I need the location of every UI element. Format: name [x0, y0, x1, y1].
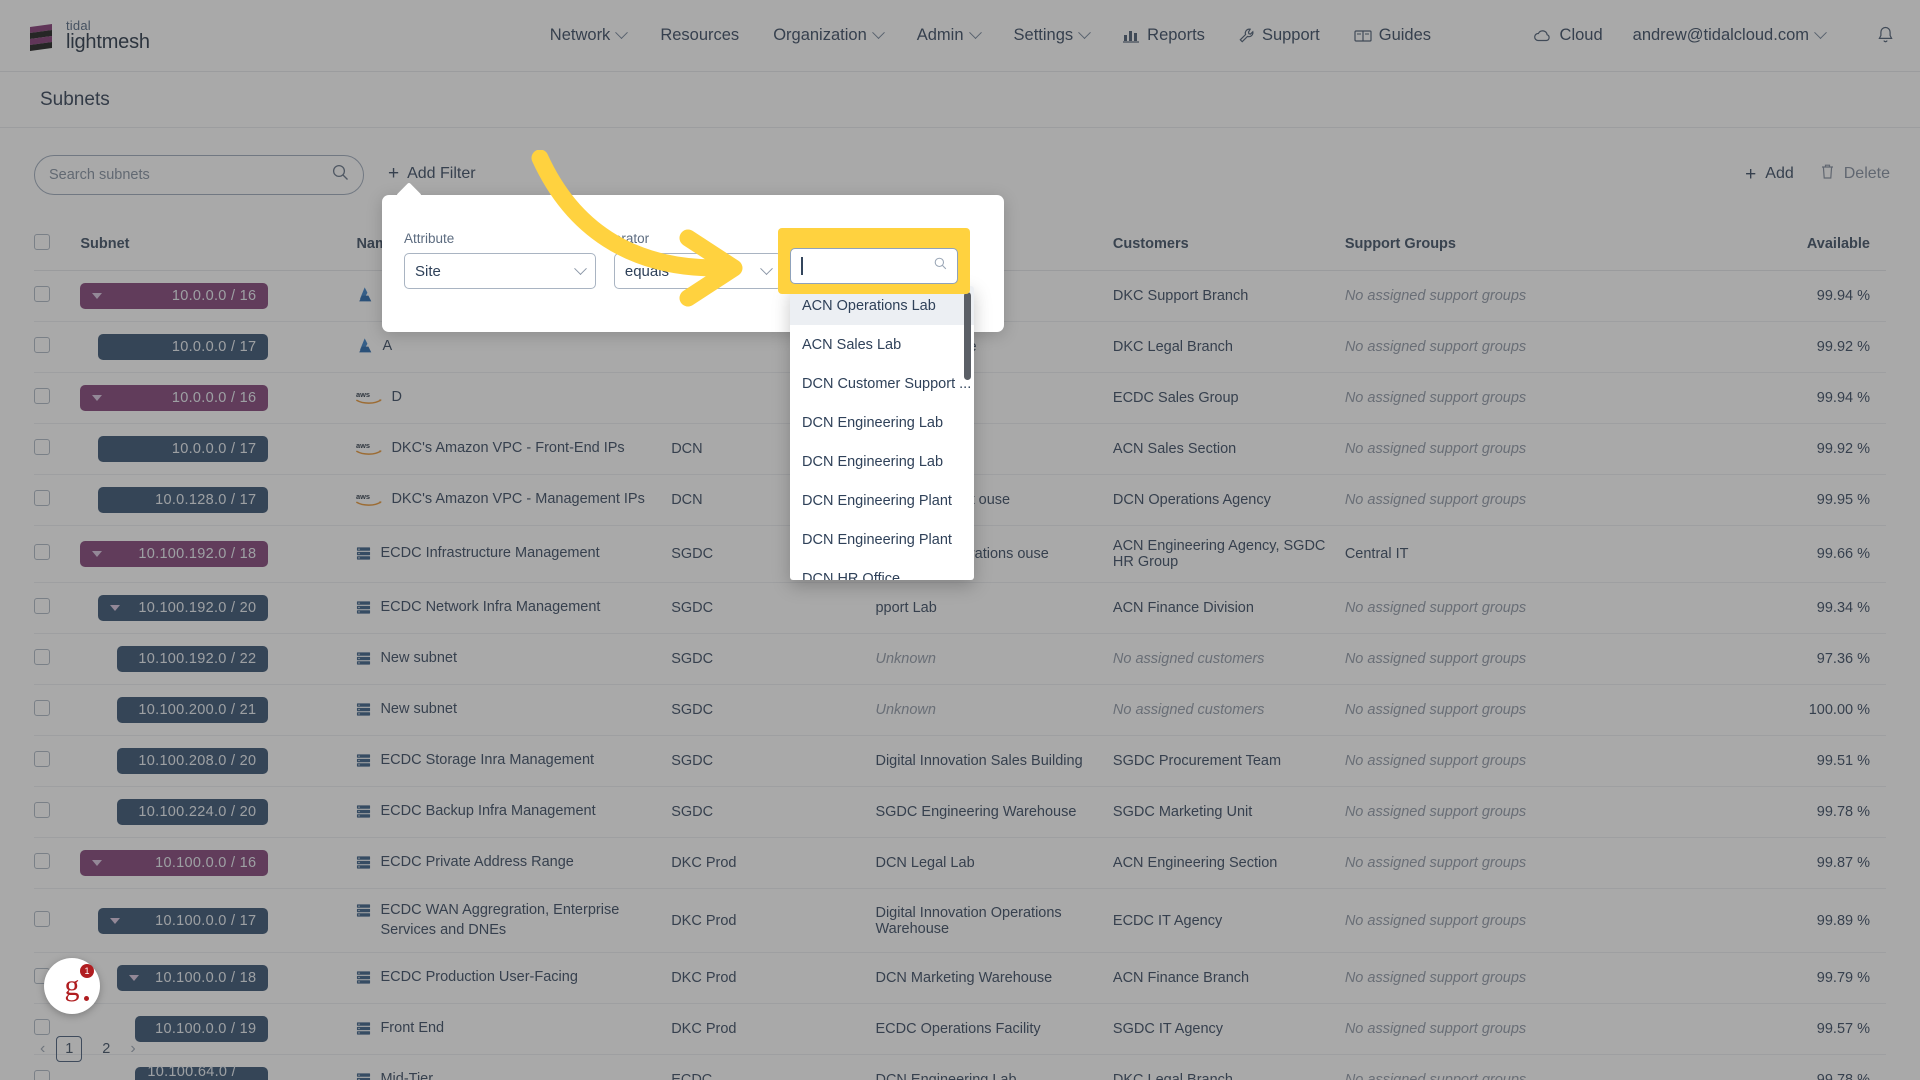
- site-option[interactable]: ACN Sales Lab: [790, 325, 974, 364]
- text-cursor: [801, 257, 803, 275]
- site-option[interactable]: DCN Engineering Lab: [790, 442, 974, 481]
- site-options-list: ACN Operations Lab ACN Sales Lab DCN Custo…: [790, 286, 974, 580]
- operator-label: erator: [613, 231, 650, 246]
- guru-letter: g: [64, 969, 80, 1002]
- site-option[interactable]: DCN HR Office: [790, 559, 974, 581]
- site-option[interactable]: DCN Engineering Lab: [790, 403, 974, 442]
- filter-attribute-field: Attribute Site: [404, 231, 596, 289]
- site-option[interactable]: DCN Engineering Plant: [790, 520, 974, 559]
- attribute-label: Attribute: [404, 231, 455, 246]
- search-icon: [934, 257, 947, 275]
- chevron-down-icon: [573, 261, 587, 275]
- operator-select[interactable]: equals: [613, 253, 782, 289]
- filter-operator-field: erator equals: [613, 231, 782, 289]
- site-options-dropdown[interactable]: ACN Operations Lab ACN Sales Lab DCN Custo…: [790, 286, 974, 580]
- attribute-value: Site: [415, 262, 441, 280]
- guru-notification-count: 1: [80, 964, 94, 978]
- site-option[interactable]: DCN Engineering Plant: [790, 481, 974, 520]
- guru-help-widget[interactable]: g 1: [44, 958, 100, 1014]
- attribute-select[interactable]: Site: [404, 253, 596, 289]
- site-option[interactable]: DCN Customer Support ...: [790, 364, 974, 403]
- operator-value: equals: [624, 262, 670, 280]
- site-value-input[interactable]: [790, 248, 958, 284]
- guru-dot-icon: [84, 996, 89, 1001]
- dropdown-scrollbar[interactable]: [964, 292, 971, 380]
- chevron-down-icon: [759, 261, 773, 275]
